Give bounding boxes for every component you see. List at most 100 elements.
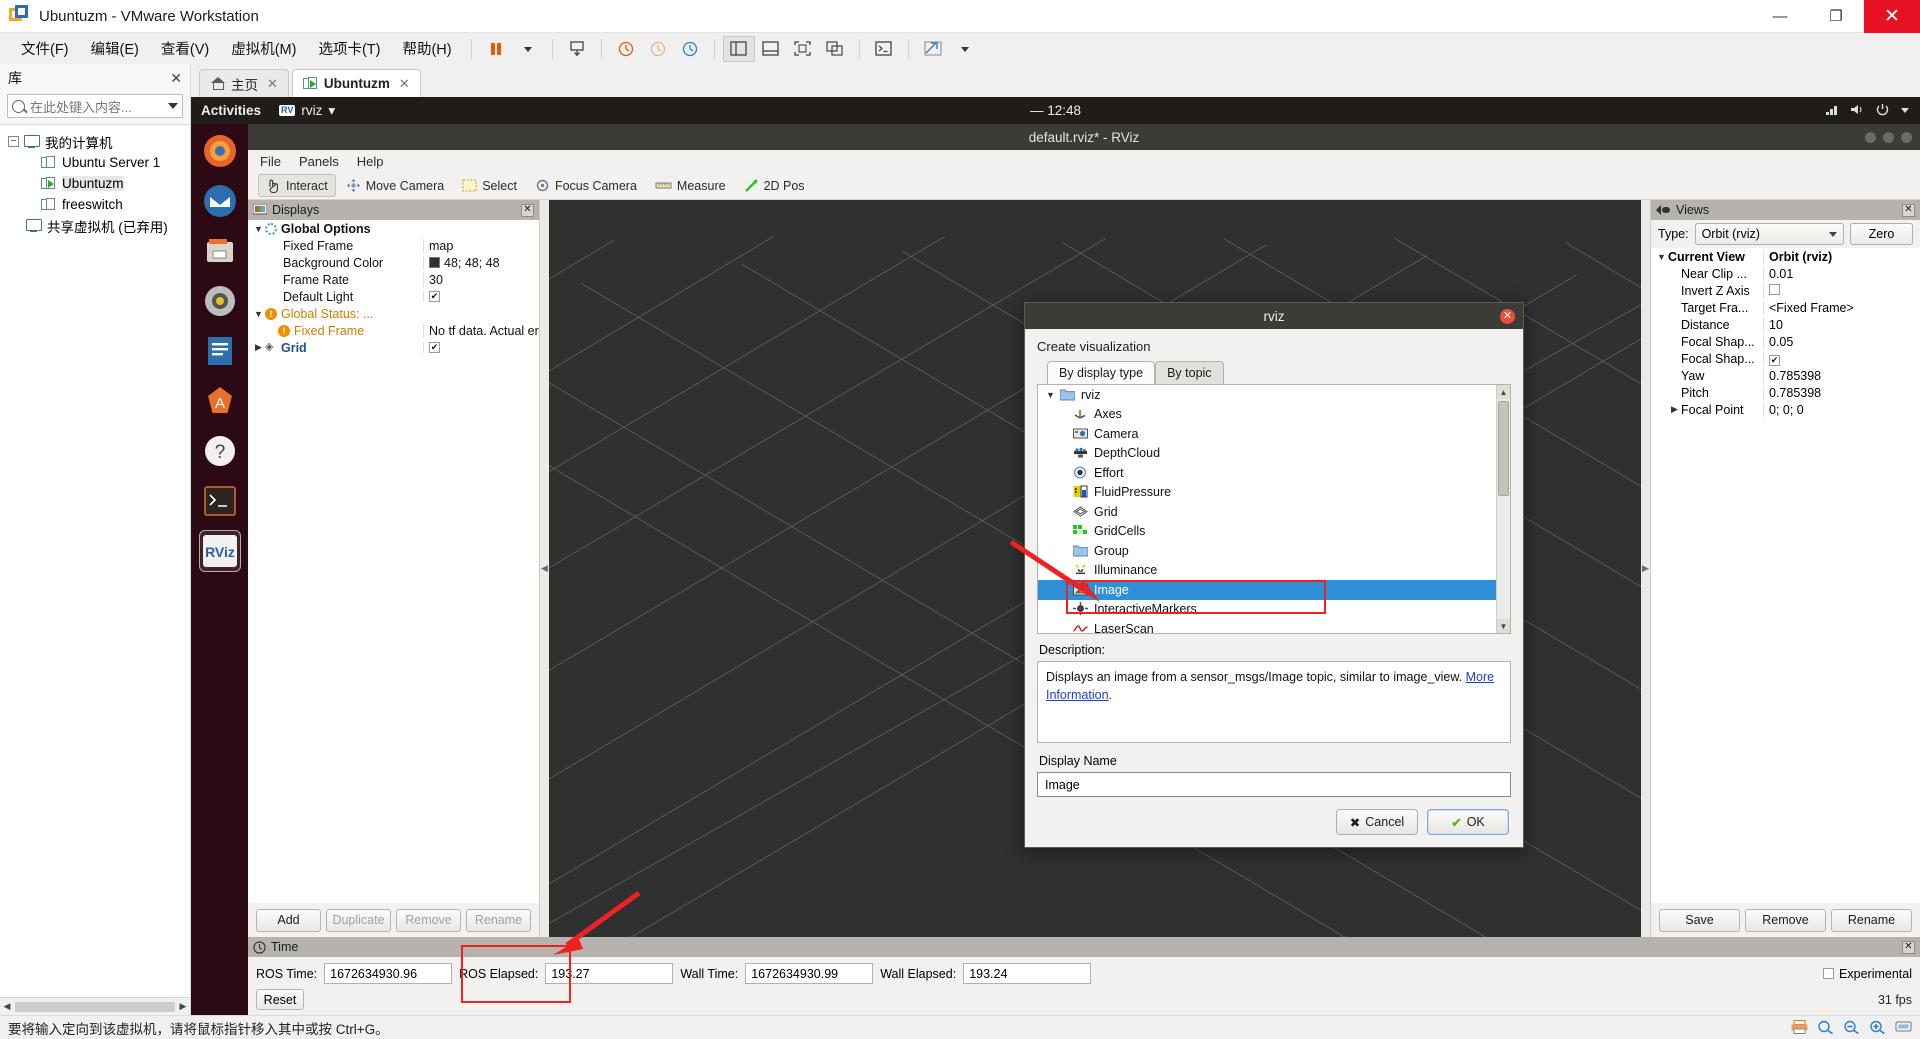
display-row-status-fixed-frame[interactable]: ! Fixed Frame No tf data. Actual err... — [248, 322, 539, 339]
network-icon[interactable] — [1824, 103, 1839, 119]
display-row-global-status[interactable]: ▼! Global Status: ... — [248, 305, 539, 322]
views-tree[interactable]: ▼ Current View Orbit (rviz) Near Clip ...… — [1651, 248, 1920, 903]
ros-time-field[interactable]: 1672634930.96 — [324, 963, 453, 984]
launcher-firefox-icon[interactable] — [199, 130, 241, 172]
view-row-value[interactable]: 10 — [1763, 317, 1920, 332]
launcher-files-icon[interactable] — [199, 230, 241, 272]
menu-tabs[interactable]: 选项卡(T) — [307, 34, 391, 63]
expander-icon[interactable]: ▶ — [1668, 404, 1681, 415]
close-button[interactable]: ✕ — [1864, 0, 1920, 33]
checkbox-default-light[interactable]: ✔ — [429, 291, 440, 302]
display-type-list[interactable]: ▼ rviz Axes Camera DepthCloud Effort Flu… — [1037, 384, 1511, 634]
dialog-list-scrollbar[interactable]: ▲ ▼ — [1496, 385, 1510, 633]
expand-dropdown-icon[interactable] — [949, 36, 981, 62]
view-row-invert-z-axis[interactable]: Invert Z Axis — [1651, 282, 1920, 299]
expander-icon[interactable]: ▼ — [1655, 252, 1668, 262]
right-splitter-handle[interactable]: ▶ — [1641, 200, 1650, 937]
tab-by-topic[interactable]: By topic — [1155, 361, 1224, 384]
expander-icon[interactable]: − — [8, 136, 19, 147]
view-row-value[interactable]: 0.05 — [1763, 334, 1920, 349]
fullscreen-icon[interactable] — [787, 36, 819, 62]
maximize-button[interactable]: ❐ — [1808, 0, 1864, 33]
rviz-close-icon[interactable] — [1901, 131, 1912, 143]
print-icon[interactable] — [1791, 1020, 1808, 1035]
displays-panel-close-icon[interactable]: ✕ — [521, 203, 534, 217]
launcher-rviz-icon[interactable]: RViz — [198, 530, 241, 572]
view-row-pitch[interactable]: Pitch 0.785398 — [1651, 384, 1920, 401]
power-icon[interactable] — [1876, 103, 1889, 119]
chevron-down-icon[interactable] — [1900, 103, 1910, 118]
show-console-icon[interactable] — [755, 36, 787, 62]
tool-interact[interactable]: Interact — [258, 174, 336, 197]
unity-mode-icon[interactable] — [819, 36, 851, 62]
list-item-image[interactable]: Image — [1038, 580, 1510, 600]
launcher-software-icon[interactable]: A — [199, 380, 241, 422]
list-item-depthcloud[interactable]: DepthCloud — [1038, 444, 1510, 464]
view-row-value[interactable]: 0; 0; 0 — [1763, 402, 1920, 417]
list-item-rviz-folder[interactable]: ▼ rviz — [1038, 385, 1510, 405]
reset-button[interactable]: Reset — [256, 989, 304, 1010]
checkbox-experimental[interactable] — [1823, 968, 1835, 979]
menu-vm[interactable]: 虚拟机(M) — [220, 34, 307, 63]
chevron-down-icon[interactable] — [168, 103, 178, 109]
zoom-out-icon[interactable] — [1843, 1020, 1860, 1035]
chevron-down-icon[interactable] — [1829, 231, 1837, 237]
send-ctrl-alt-del-icon[interactable] — [561, 36, 593, 62]
tree-item-freeswitch[interactable]: freeswitch — [0, 194, 190, 215]
view-row-current-view[interactable]: ▼ Current View Orbit (rviz) — [1651, 248, 1920, 265]
expander-icon[interactable]: ▼ — [252, 224, 265, 234]
activities-button[interactable]: Activities — [201, 103, 261, 118]
list-item-grid[interactable]: Grid — [1038, 502, 1510, 522]
tab-ubuntuzm[interactable]: Ubuntuzm ✕ — [291, 69, 421, 97]
dialog-close-icon[interactable]: ✕ — [1500, 308, 1515, 324]
gnome-app-menu[interactable]: RV rviz ▾ — [279, 103, 335, 119]
library-search-box[interactable]: 在此处键入内容... — [7, 94, 183, 118]
scrollbar-thumb[interactable] — [15, 1001, 175, 1012]
displays-tree[interactable]: ▼ Global Options Fixed Frame map Backgrou… — [248, 220, 539, 903]
list-item-illuminance[interactable]: Illuminance — [1038, 561, 1510, 581]
left-splitter-handle[interactable]: ◀ — [540, 200, 549, 937]
list-item-camera[interactable]: Camera — [1038, 424, 1510, 444]
launcher-rhythmbox-icon[interactable] — [199, 280, 241, 322]
rviz-maximize-icon[interactable] — [1883, 131, 1894, 143]
expander-icon[interactable]: ▼ — [252, 309, 265, 319]
list-item-laserscan[interactable]: LaserScan — [1038, 619, 1510, 633]
take-snapshot-icon[interactable] — [610, 36, 642, 62]
list-item-interactivemarkers[interactable]: InteractiveMarkers — [1038, 600, 1510, 620]
checkbox-focal-shape[interactable]: ✔ — [1769, 354, 1780, 366]
tool-2d-pose-estimate[interactable]: 2D Pos — [736, 174, 813, 197]
launcher-thunderbird-icon[interactable] — [199, 180, 241, 222]
wall-time-field[interactable]: 1672634930.99 — [745, 963, 874, 984]
network-status-icon[interactable] — [1895, 1020, 1912, 1035]
revert-snapshot-icon[interactable] — [642, 36, 674, 62]
add-display-button[interactable]: Add — [256, 908, 321, 932]
checkbox-grid[interactable]: ✔ — [429, 342, 440, 353]
volume-icon[interactable] — [1850, 103, 1865, 119]
cancel-button[interactable]: ✖ Cancel — [1336, 809, 1418, 835]
views-panel-close-icon[interactable]: ✕ — [1902, 203, 1915, 217]
wall-elapsed-field[interactable]: 193.24 — [963, 963, 1092, 984]
tree-item-shared-vms[interactable]: 共享虚拟机 (已弃用) — [0, 215, 190, 236]
display-row-global-options[interactable]: ▼ Global Options — [248, 220, 539, 237]
rviz-menu-help[interactable]: Help — [357, 154, 384, 169]
power-dropdown-icon[interactable] — [512, 36, 544, 62]
display-row-value[interactable]: 30 — [423, 272, 539, 287]
view-row-yaw[interactable]: Yaw 0.785398 — [1651, 367, 1920, 384]
tool-measure[interactable]: Measure — [647, 175, 734, 197]
scroll-right-icon[interactable]: ▶ — [176, 1001, 190, 1012]
tab-home[interactable]: 主页 ✕ — [199, 69, 289, 97]
expander-icon[interactable]: ▼ — [1046, 390, 1060, 400]
tab-by-display-type[interactable]: By display type — [1047, 361, 1156, 384]
gnome-clock[interactable]: — 12:48 — [1030, 103, 1081, 118]
launcher-terminal-icon[interactable] — [199, 480, 241, 522]
scroll-left-icon[interactable]: ◀ — [0, 1001, 14, 1012]
zoom-reset-icon[interactable] — [1817, 1020, 1834, 1035]
display-row-value[interactable]: map — [423, 238, 539, 253]
display-row-grid[interactable]: ▶ Grid ✔ — [248, 339, 539, 356]
ok-button[interactable]: ✔ OK — [1427, 809, 1509, 835]
view-row-value[interactable]: <Fixed Frame> — [1763, 300, 1920, 315]
minimize-button[interactable]: — — [1752, 0, 1808, 33]
tool-move-camera[interactable]: Move Camera — [338, 174, 453, 197]
library-close-icon[interactable]: ✕ — [170, 70, 182, 87]
launcher-libreoffice-icon[interactable] — [199, 330, 241, 372]
